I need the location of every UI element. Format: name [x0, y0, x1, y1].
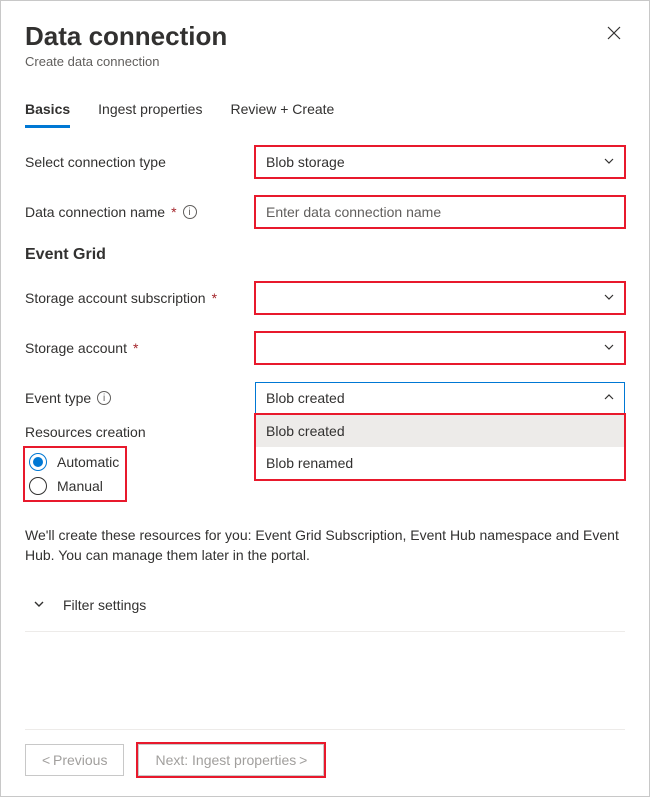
required-asterisk: *	[171, 204, 176, 220]
select-connection-type[interactable]: Blob storage	[255, 146, 625, 178]
close-icon	[607, 26, 621, 40]
row-subscription: Storage account subscription *	[25, 282, 625, 314]
spacer	[25, 632, 625, 709]
panel-header: Data connection	[25, 21, 625, 52]
label-storage-account: Storage account *	[25, 340, 255, 356]
info-icon[interactable]: i	[183, 205, 197, 219]
expander-filter-settings[interactable]: Filter settings	[25, 587, 625, 632]
data-connection-panel: Data connection Create data connection B…	[0, 0, 650, 797]
label-connection-type: Select connection type	[25, 154, 255, 170]
info-icon[interactable]: i	[97, 391, 111, 405]
label-event-type: Event type i	[25, 390, 255, 406]
panel-title: Data connection	[25, 21, 603, 52]
expander-filter-settings-label: Filter settings	[63, 597, 146, 613]
select-subscription[interactable]	[255, 282, 625, 314]
row-connection-name: Data connection name * i	[25, 196, 625, 228]
label-subscription: Storage account subscription *	[25, 290, 255, 306]
input-connection-name-wrapper	[255, 196, 625, 228]
dropdown-item-blob-renamed[interactable]: Blob renamed	[256, 447, 624, 479]
required-asterisk: *	[133, 340, 138, 356]
select-connection-type-value: Blob storage	[266, 154, 345, 170]
radio-automatic-label: Automatic	[57, 454, 119, 470]
label-connection-name: Data connection name * i	[25, 204, 255, 220]
dropdown-event-type: Blob created Blob renamed	[255, 414, 625, 480]
select-event-type[interactable]: Blob created Blob created Blob renamed	[255, 382, 625, 414]
previous-button[interactable]: < Previous	[25, 744, 124, 776]
close-button[interactable]	[603, 21, 625, 47]
row-storage-account: Storage account *	[25, 332, 625, 364]
footer: < Previous Next: Ingest properties >	[25, 729, 625, 776]
panel-subtitle: Create data connection	[25, 54, 625, 69]
tab-ingest-properties[interactable]: Ingest properties	[98, 95, 202, 128]
input-connection-name[interactable]	[255, 196, 625, 228]
radio-icon	[29, 477, 47, 495]
tab-basics[interactable]: Basics	[25, 95, 70, 128]
select-storage-account[interactable]	[255, 332, 625, 364]
row-event-type: Event type i Blob created Blob created B…	[25, 382, 625, 414]
tab-review-create[interactable]: Review + Create	[230, 95, 334, 128]
next-button[interactable]: Next: Ingest properties >	[138, 744, 324, 776]
chevron-down-icon	[33, 597, 45, 613]
dropdown-item-blob-created[interactable]: Blob created	[256, 415, 624, 447]
radio-manual-label: Manual	[57, 478, 103, 494]
radio-group-resources-creation: Automatic Manual	[25, 448, 125, 500]
radio-manual[interactable]: Manual	[27, 474, 123, 498]
tab-strip: Basics Ingest properties Review + Create	[25, 95, 625, 128]
row-connection-type: Select connection type Blob storage	[25, 146, 625, 178]
form-body: Select connection type Blob storage Data…	[25, 146, 625, 632]
required-asterisk: *	[212, 290, 217, 306]
radio-automatic[interactable]: Automatic	[27, 450, 123, 474]
heading-event-grid: Event Grid	[25, 246, 625, 264]
select-event-type-value: Blob created	[266, 390, 345, 406]
radio-icon	[29, 453, 47, 471]
help-text: We'll create these resources for you: Ev…	[25, 526, 625, 565]
